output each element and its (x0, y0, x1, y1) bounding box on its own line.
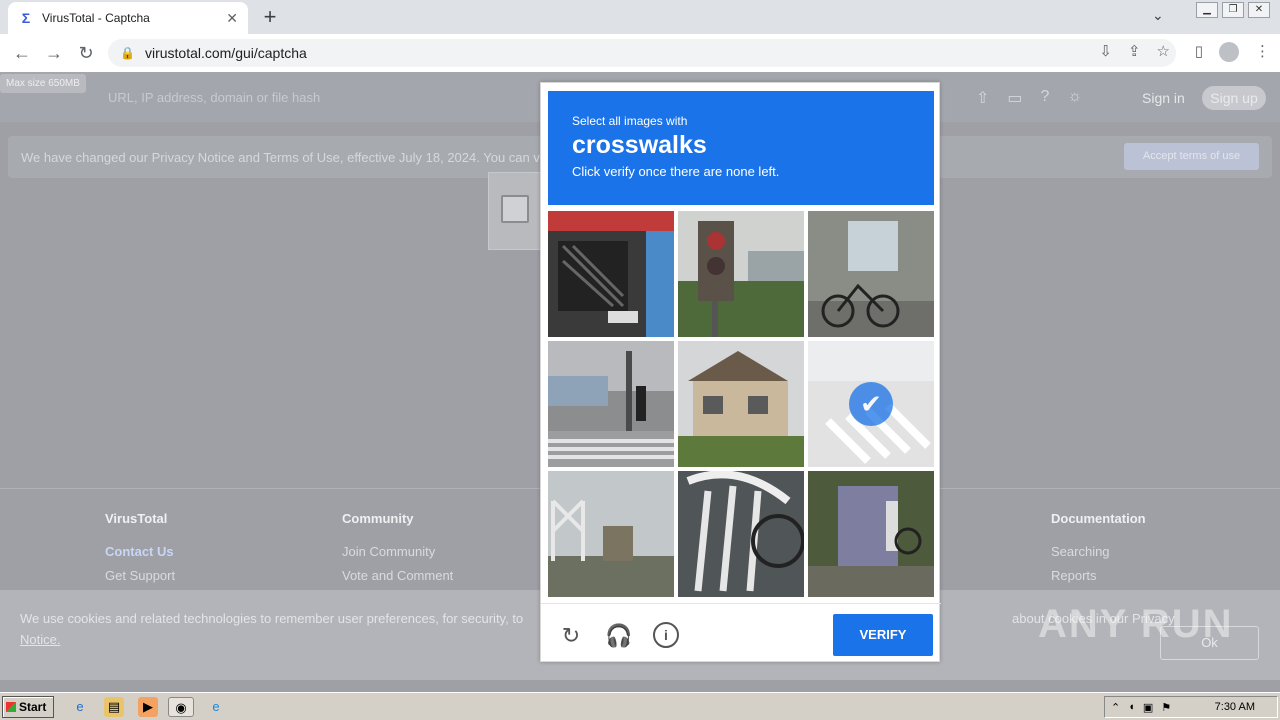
captcha-hint: Click verify once there are none left. (572, 164, 780, 179)
back-arrow-icon[interactable]: ← (6, 43, 38, 64)
tab-close-icon[interactable]: ✕ (226, 10, 238, 27)
share-icon[interactable]: ⇪ (1128, 42, 1141, 60)
footer-link-reports[interactable]: Reports (1051, 568, 1146, 583)
captcha-tile-bicycle-indoor[interactable] (808, 211, 934, 337)
chrome-icon[interactable]: ◉ (168, 697, 194, 717)
browser-toolbar: ← → ↻ 🔒 virustotal.com/gui/captcha ⇩ ⇪ ☆… (0, 34, 1280, 72)
tab-virustotal-captcha[interactable]: Σ VirusTotal - Captcha ✕ (8, 2, 248, 34)
captcha-footer: ↻ 🎧 i VERIFY (541, 603, 941, 663)
tab-search-chevron-down-icon[interactable]: ⌄ (1152, 7, 1164, 24)
captcha-tile-storefront[interactable] (548, 211, 674, 337)
max-size-tooltip: Max size 650MB (0, 74, 86, 93)
captcha-tile-street-crosswalk[interactable] (548, 341, 674, 467)
selected-check-icon: ✔ (849, 382, 893, 426)
captcha-tile-traffic-light[interactable] (678, 211, 804, 337)
windows-taskbar: Start e ▤ ▶ ◉ e ⌃ ◖ ▣ ⚑ 7:30 AM (0, 692, 1280, 720)
address-bar[interactable]: 🔒 virustotal.com/gui/captcha (108, 39, 1176, 67)
network-icon[interactable]: ▣ (1143, 701, 1153, 714)
accept-terms-button[interactable]: Accept terms of use (1124, 143, 1259, 170)
captcha-tile-bridge[interactable] (548, 471, 674, 597)
captcha-tile-person-bicycle[interactable] (808, 471, 934, 597)
notice-text: We have changed our Privacy Notice and T… (21, 150, 540, 165)
footer-heading: Documentation (1051, 511, 1146, 526)
menu-kebab-icon[interactable]: ⋮ (1255, 42, 1270, 62)
anyrun-watermark: ANY RUN (1038, 602, 1234, 646)
edge-icon[interactable]: e (206, 697, 226, 717)
cookie-text: We use cookies and related technologies … (20, 611, 524, 626)
footer-link-contact[interactable]: Contact Us (105, 544, 175, 559)
forward-arrow-icon[interactable]: → (38, 43, 70, 64)
maximize-button[interactable]: ❐ (1222, 2, 1244, 18)
ie-icon[interactable]: e (70, 697, 90, 717)
audio-headphones-icon[interactable]: 🎧 (605, 622, 633, 650)
info-icon[interactable]: i (653, 622, 679, 648)
footer-link-searching[interactable]: Searching (1051, 544, 1146, 559)
explorer-folder-icon[interactable]: ▤ (104, 697, 124, 717)
media-player-icon[interactable]: ▶ (138, 697, 158, 717)
flag-icon[interactable]: ⚑ (1161, 701, 1171, 714)
install-app-icon[interactable]: ⇩ (1099, 42, 1112, 60)
new-tab-button[interactable]: + (258, 4, 282, 30)
theme-sun-icon[interactable]: ☼ (1067, 88, 1082, 108)
footer-heading: Community (342, 511, 414, 526)
footer-col-documentation: Documentation Searching Reports (1051, 511, 1146, 592)
footer-link-support[interactable]: Get Support (105, 568, 175, 583)
help-icon[interactable]: ? (1041, 88, 1050, 108)
footer-link-vote[interactable]: Vote and Comment (342, 568, 453, 583)
bookmark-star-icon[interactable]: ☆ (1157, 42, 1170, 60)
reload-icon[interactable]: ↻ (70, 43, 102, 64)
sign-up-button[interactable]: Sign up (1202, 86, 1266, 110)
captcha-prompt: Select all images with crosswalks Click … (548, 91, 934, 205)
captcha-checkbox-widget (488, 172, 548, 250)
chat-icon[interactable]: ▭ (1007, 88, 1022, 108)
volume-icon[interactable]: ◖ (1128, 701, 1135, 713)
captcha-tile-crosswalk-selected[interactable]: ✔ (808, 341, 934, 467)
captcha-tile-houses[interactable] (678, 341, 804, 467)
footer-link-join[interactable]: Join Community (342, 544, 453, 559)
profile-avatar-icon[interactable] (1219, 42, 1239, 62)
footer-heading: VirusTotal (105, 511, 168, 526)
refresh-icon[interactable]: ↻ (557, 622, 585, 650)
captcha-instruction: Select all images with (572, 114, 688, 128)
captcha-image-grid: ✔ (548, 211, 934, 597)
captcha-checkbox[interactable] (501, 195, 529, 223)
footer-col-community: Community Join Community Vote and Commen… (342, 511, 453, 592)
system-tray: ⌃ ◖ ▣ ⚑ 7:30 AM (1104, 696, 1278, 718)
captcha-target: crosswalks (572, 131, 707, 159)
cookie-notice-link[interactable]: Notice. (20, 632, 60, 647)
site-search-input[interactable]: URL, IP address, domain or file hash (108, 90, 320, 105)
start-button[interactable]: Start (2, 696, 54, 718)
tab-strip: Σ VirusTotal - Captcha ✕ + ⌄ ▁ ❐ ✕ (0, 0, 1280, 34)
tray-expand-icon[interactable]: ⌃ (1111, 701, 1120, 714)
upload-icon[interactable]: ⇧ (976, 88, 989, 108)
virustotal-favicon-icon: Σ (21, 10, 31, 26)
side-panel-icon[interactable]: ▯ (1195, 42, 1203, 62)
close-window-button[interactable]: ✕ (1248, 2, 1270, 18)
sign-in-link[interactable]: Sign in (1142, 90, 1185, 106)
minimize-button[interactable]: ▁ (1196, 2, 1218, 18)
tab-title: VirusTotal - Captcha (42, 11, 150, 25)
hcaptcha-challenge: Select all images with crosswalks Click … (540, 82, 941, 663)
clock: 7:30 AM (1214, 701, 1255, 713)
lock-icon: 🔒 (120, 46, 135, 60)
captcha-tile-metal-railing[interactable] (678, 471, 804, 597)
window-controls: ▁ ❐ ✕ (1196, 2, 1270, 18)
url-text: virustotal.com/gui/captcha (144, 45, 307, 61)
verify-button[interactable]: VERIFY (833, 614, 933, 656)
footer-col-virustotal: VirusTotal Contact Us Get Support (105, 511, 175, 592)
